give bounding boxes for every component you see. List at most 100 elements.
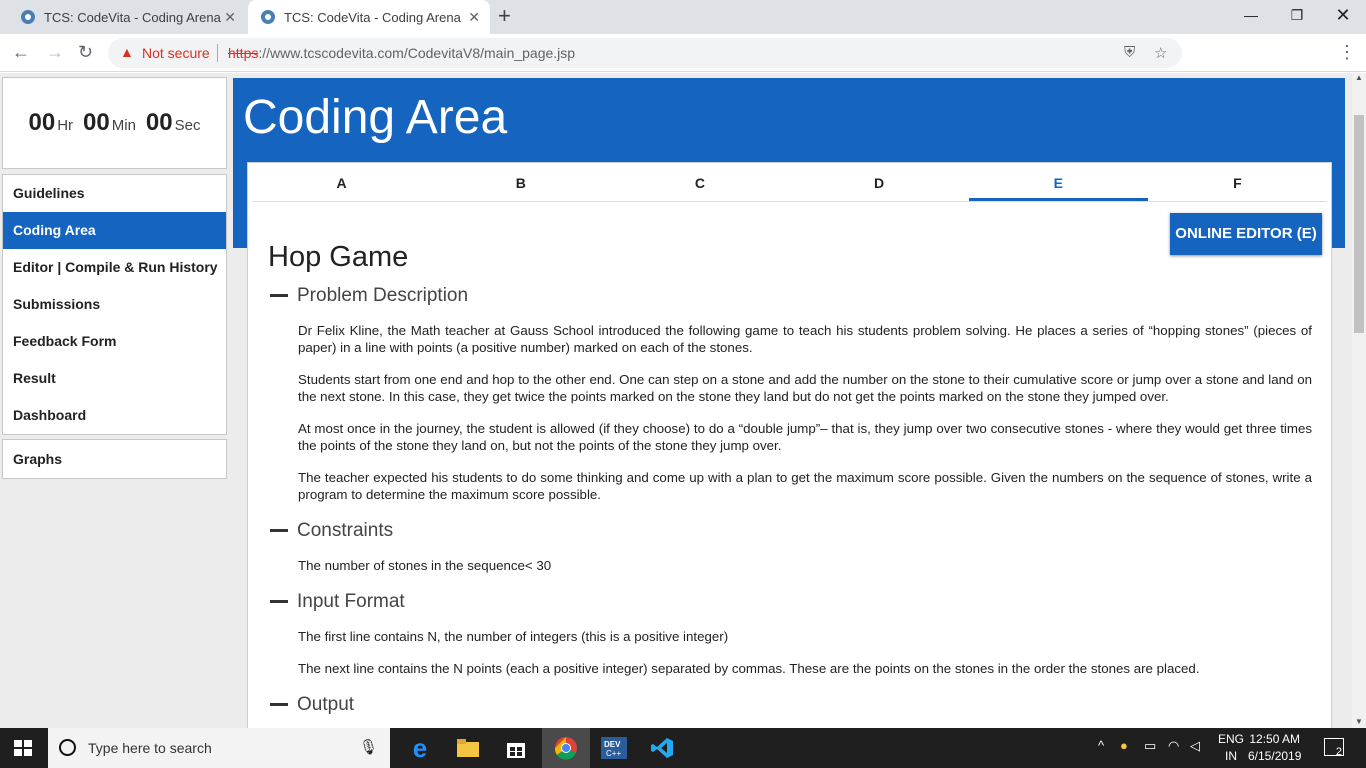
page-scrollbar[interactable]: ▲ ▼ [1352, 73, 1366, 728]
scroll-down-icon[interactable]: ▼ [1355, 717, 1363, 726]
tab-d[interactable]: D [790, 163, 969, 201]
sidebar-item-result[interactable]: Result [3, 360, 226, 397]
countdown-timer: 00 Hr 00 Min 00 Sec [2, 77, 227, 169]
paragraph: The teacher expected his students to do … [298, 470, 1312, 502]
volume-icon[interactable]: ◁ [1190, 738, 1200, 754]
windows-start-icon[interactable] [14, 740, 32, 756]
divider [217, 44, 218, 62]
clock-date: 6/15/2019 [1248, 749, 1302, 763]
paragraph: Dr Felix Kline, the Math teacher at Gaus… [298, 323, 1312, 355]
section-heading: Output [297, 694, 355, 715]
star-icon[interactable]: ☆ [1154, 44, 1167, 62]
sidebar-menu: Guidelines Coding Area Editor | Compile … [2, 174, 227, 435]
close-icon[interactable]: ✕ [224, 9, 236, 26]
restore-icon[interactable]: ❐ [1274, 0, 1320, 34]
search-placeholder: Type here to search [88, 740, 212, 756]
browser-tab-active[interactable]: TCS: CodeVita - Coding Arena ✕ [248, 0, 490, 34]
tab-b[interactable]: B [431, 163, 610, 201]
sidebar-item-editor-history[interactable]: Editor | Compile & Run History [3, 249, 226, 286]
lang-bottom: IN [1225, 749, 1237, 763]
page-title: Coding Area [243, 91, 508, 144]
tray-app-icon[interactable]: ● [1120, 738, 1128, 753]
timer-hours-label: Hr [57, 117, 74, 134]
scroll-thumb[interactable] [1354, 115, 1364, 333]
collapse-icon[interactable] [270, 529, 288, 533]
online-editor-button[interactable]: ONLINE EDITOR (E) [1170, 213, 1322, 255]
section-heading: Constraints [297, 520, 394, 541]
chrome-icon[interactable] [542, 728, 590, 768]
timer-hours: 00 [28, 109, 56, 136]
url-path: ://www.tcscodevita.com/CodevitaV8/main_p… [258, 45, 576, 61]
sidebar-item-graphs[interactable]: Graphs [2, 439, 227, 479]
browser-tab[interactable]: TCS: CodeVita - Coding Arena ✕ [0, 0, 246, 34]
vscode-icon[interactable] [638, 728, 686, 768]
language-indicator[interactable]: ENG IN [1218, 731, 1244, 765]
sidebar-item-dashboard[interactable]: Dashboard [3, 397, 226, 434]
tab-c[interactable]: C [610, 163, 789, 201]
folder-icon[interactable] [444, 728, 492, 768]
timer-seconds-label: Sec [174, 117, 201, 134]
address-bar: ← → ↻ ▲ Not secure https://www.tcscodevi… [0, 34, 1366, 96]
codevita-favicon [260, 9, 276, 25]
warning-icon: ▲ [120, 44, 134, 60]
codevita-favicon [20, 9, 36, 25]
reload-icon[interactable]: ↻ [78, 42, 93, 62]
paragraph: The number of stones in the sequence< 30 [298, 558, 552, 573]
tab-title: TCS: CodeVita - Coding Arena [284, 9, 461, 25]
notification-count: 2 [1335, 746, 1342, 758]
clock[interactable]: 12:50 AM 6/15/2019 [1248, 731, 1301, 765]
battery-icon[interactable]: ▭ [1144, 738, 1156, 754]
timer-minutes-label: Min [111, 117, 136, 134]
sidebar-item-guidelines[interactable]: Guidelines [3, 175, 226, 212]
tab-title: TCS: CodeVita - Coding Arena [44, 9, 221, 25]
minimize-icon[interactable]: — [1228, 0, 1274, 34]
devcpp-icon[interactable]: DEV C++ [590, 728, 638, 768]
section-heading: Input Format [297, 591, 405, 612]
taskbar-search[interactable]: Type here to search 🎙 [48, 728, 390, 768]
section-constraints[interactable]: Constraints [270, 520, 393, 542]
collapse-icon[interactable] [270, 703, 288, 707]
shield-icon[interactable]: ⛨ [1124, 44, 1135, 61]
url-scheme: https [228, 45, 259, 61]
section-input-format[interactable]: Input Format [270, 591, 405, 613]
tab-f[interactable]: F [1148, 163, 1327, 201]
forward-icon[interactable]: → [46, 42, 64, 62]
back-icon[interactable]: ← [12, 42, 30, 62]
page-content: 00 Hr 00 Min 00 Sec Guidelines Coding Area … [0, 73, 1352, 728]
paragraph: The next line contains the N points (eac… [298, 661, 1200, 676]
paragraph: Students start from one end and hop to t… [298, 372, 1312, 404]
question-tabs: A B C D E F [252, 163, 1327, 202]
url-field[interactable]: ▲ Not secure https://www.tcscodevita.com… [108, 38, 1182, 68]
new-tab-icon[interactable]: + [498, 5, 511, 27]
timer-minutes: 00 [83, 109, 110, 136]
section-description[interactable]: Problem Description [270, 285, 468, 307]
url-text: https://www.tcscodevita.com/CodevitaV8/m… [228, 45, 575, 61]
window-close-icon[interactable]: ✕ [1320, 0, 1366, 34]
sidebar-item-submissions[interactable]: Submissions [3, 286, 226, 323]
edge-icon[interactable]: e [396, 728, 444, 768]
sidebar-item-coding-area[interactable]: Coding Area [3, 212, 226, 249]
problem-title: Hop Game [268, 241, 409, 273]
tab-a[interactable]: A [252, 163, 431, 201]
svg-text:C++: C++ [606, 749, 621, 758]
security-label[interactable]: Not secure [142, 45, 210, 61]
menu-icon[interactable]: ⋮ [1338, 42, 1356, 62]
store-icon[interactable] [492, 728, 540, 768]
search-icon [59, 739, 76, 756]
wifi-icon[interactable]: ◠ [1168, 738, 1179, 754]
tray-chevron-icon[interactable]: ^ [1098, 738, 1104, 753]
sidebar-item-feedback-form[interactable]: Feedback Form [3, 323, 226, 360]
section-output[interactable]: Output [270, 694, 354, 716]
collapse-icon[interactable] [270, 294, 288, 298]
browser-tab-strip: TCS: CodeVita - Coding Arena ✕ TCS: Code… [0, 0, 1366, 34]
tab-e[interactable]: E [968, 163, 1148, 201]
windows-taskbar: Type here to search 🎙 e DEV C++ ^ ● ▭ ◠ ◁… [0, 728, 1366, 768]
close-icon[interactable]: ✕ [468, 9, 480, 26]
svg-text:DEV: DEV [604, 740, 621, 749]
clock-time: 12:50 AM [1249, 732, 1301, 746]
notification-icon[interactable]: 2 [1324, 738, 1344, 758]
collapse-icon[interactable] [270, 600, 288, 604]
section-heading: Problem Description [297, 285, 469, 306]
mic-icon[interactable]: 🎙 [359, 738, 378, 756]
scroll-up-icon[interactable]: ▲ [1355, 73, 1363, 82]
